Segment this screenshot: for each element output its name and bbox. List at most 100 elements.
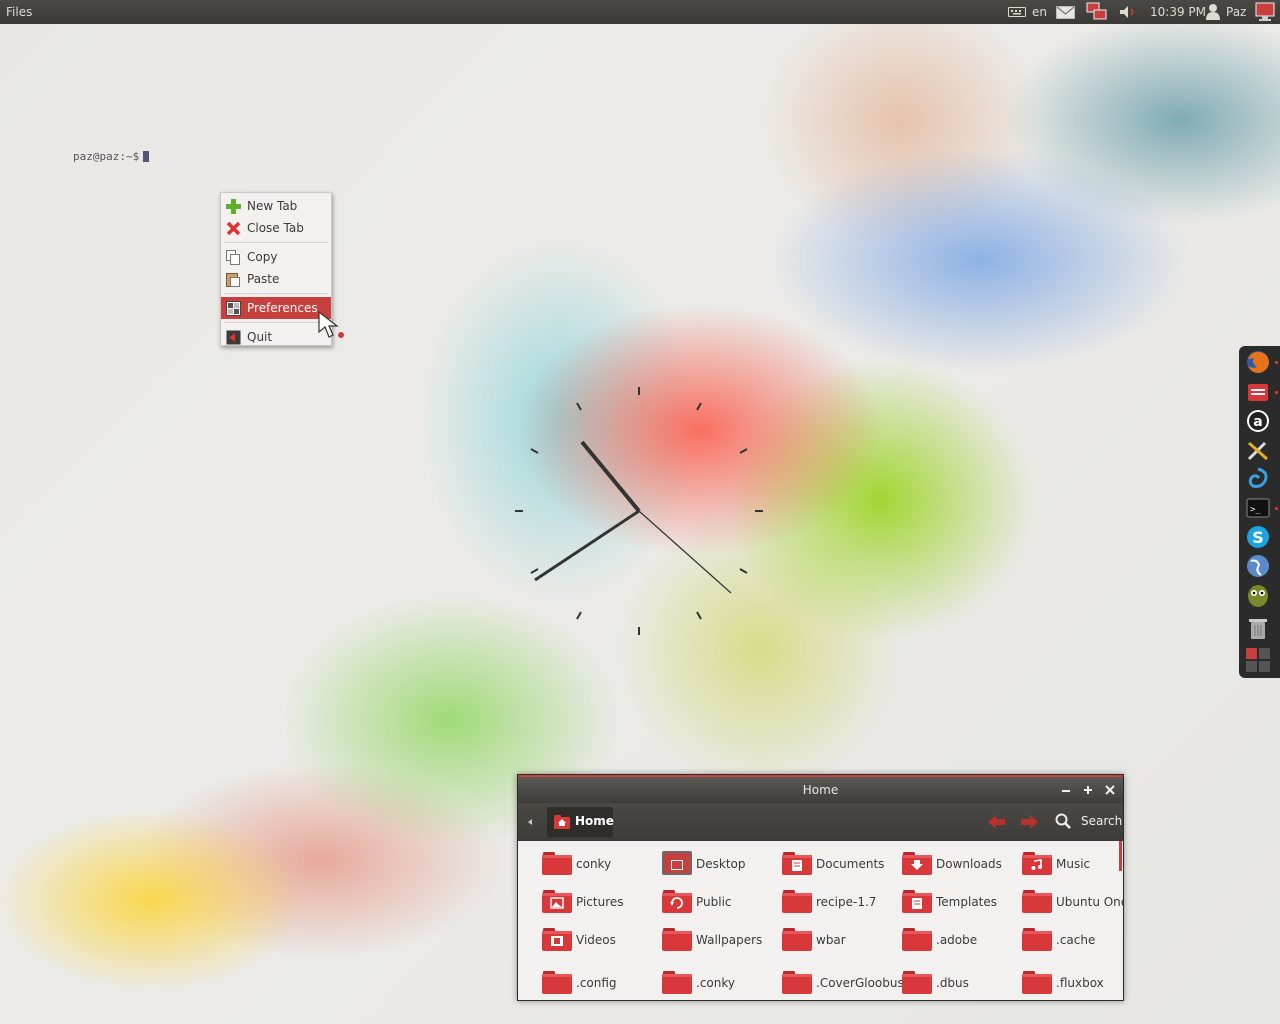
globe-icon[interactable] — [1245, 553, 1271, 579]
file-item-config[interactable]: .config — [542, 970, 662, 1000]
search-icon[interactable] — [1055, 813, 1071, 829]
skype-icon[interactable]: S — [1245, 524, 1271, 550]
file-name: Videos — [576, 933, 616, 947]
menu-item-label: Preferences — [247, 301, 318, 315]
maximize-icon[interactable] — [1083, 785, 1093, 795]
file-item-recipe-1-7[interactable]: recipe-1.7 — [782, 889, 902, 919]
window-title: Home — [802, 783, 839, 797]
running-indicator — [1275, 361, 1278, 364]
volume-icon[interactable] — [1118, 5, 1138, 19]
mail-icon[interactable] — [1056, 6, 1075, 19]
menu-item-close-tab[interactable]: Close Tab — [221, 217, 331, 239]
keyboard-layout[interactable]: en — [1032, 0, 1047, 24]
terminal-prompt[interactable]: paz@paz:~$ — [73, 150, 150, 163]
folder-icon — [662, 928, 692, 951]
menu-separator — [224, 293, 328, 294]
file-item-public[interactable]: Public — [662, 889, 782, 919]
text-cursor — [143, 151, 150, 162]
file-name: Ubuntu One — [1056, 895, 1124, 909]
clock-time[interactable]: 10:39 PM — [1150, 0, 1206, 24]
folder-icon — [542, 890, 572, 913]
workspaces-icon[interactable] — [1245, 647, 1271, 673]
close-icon[interactable] — [1105, 785, 1115, 795]
running-indicator — [1275, 507, 1278, 510]
firefox-icon[interactable] — [1245, 349, 1271, 375]
preferences-icon — [226, 301, 241, 316]
menu-item-new-tab[interactable]: New Tab — [221, 195, 331, 217]
svg-text:>_: >_ — [1250, 505, 1261, 515]
owl-icon[interactable] — [1245, 582, 1271, 608]
quit-icon — [226, 330, 241, 345]
folder-icon — [1022, 928, 1052, 951]
folder-icon — [662, 890, 692, 913]
keyboard-icon[interactable] — [1008, 7, 1026, 17]
file-item-ubuntu-one[interactable]: Ubuntu One — [1022, 889, 1124, 919]
network-icon[interactable] — [1086, 2, 1108, 22]
app-dock: a >_ S — [1239, 346, 1280, 678]
location-button-home[interactable]: Home — [547, 807, 614, 837]
file-item-videos[interactable]: Videos — [542, 927, 662, 957]
file-name: Desktop — [696, 857, 746, 871]
terminal-icon[interactable]: >_ — [1245, 495, 1271, 521]
paste-icon — [226, 273, 240, 287]
file-item-covergloobus[interactable]: .CoverGloobus — [782, 970, 904, 1000]
file-name: conky — [576, 857, 612, 871]
file-item-desktop[interactable]: Desktop — [662, 851, 782, 881]
app-menu-title[interactable]: Files — [6, 0, 32, 24]
path-left-arrow-icon[interactable] — [527, 819, 533, 825]
menu-item-copy[interactable]: Copy — [221, 246, 331, 268]
file-name: Wallpapers — [696, 933, 763, 947]
file-name: .config — [576, 976, 617, 990]
forward-arrow-icon[interactable] — [1021, 814, 1039, 830]
file-item-wbar[interactable]: wbar — [782, 927, 902, 957]
folder-icon — [1022, 971, 1052, 994]
close-icon — [226, 221, 241, 236]
swirl-icon[interactable] — [1245, 466, 1271, 492]
user-icon[interactable] — [1206, 3, 1220, 20]
window-titlebar[interactable]: Home — [518, 775, 1123, 803]
folder-icon — [542, 852, 572, 875]
file-item-music[interactable]: Music — [1022, 851, 1123, 881]
scrollbar-thumb[interactable] — [1119, 841, 1122, 871]
file-item-templates[interactable]: Templates — [902, 889, 1022, 919]
copy-icon — [226, 250, 240, 265]
tools-icon[interactable] — [1245, 437, 1271, 463]
clock-second-hand — [638, 510, 732, 594]
file-item-adobe[interactable]: .adobe — [902, 927, 1022, 957]
file-item-wallpapers[interactable]: Wallpapers — [662, 927, 782, 957]
file-item-downloads[interactable]: Downloads — [902, 851, 1022, 881]
session-icon[interactable] — [1254, 1, 1276, 22]
file-item-documents[interactable]: Documents — [782, 851, 902, 881]
menu-item-preferences[interactable]: Preferences — [221, 297, 331, 319]
file-item-conky[interactable]: conky — [542, 851, 662, 881]
file-item-pictures[interactable]: Pictures — [542, 889, 662, 919]
file-item-conky[interactable]: .conky — [662, 970, 782, 1000]
file-name: Templates — [936, 895, 998, 909]
minimize-icon[interactable] — [1061, 786, 1071, 796]
file-name: recipe-1.7 — [816, 895, 877, 909]
file-item-fluxbox[interactable]: .fluxbox — [1022, 970, 1123, 1000]
user-name[interactable]: Paz — [1226, 0, 1246, 24]
folder-icon — [782, 890, 812, 913]
file-name: .CoverGloobus — [816, 976, 904, 990]
folder-icon — [662, 851, 692, 875]
folder-icon — [902, 928, 932, 951]
amazon-icon[interactable]: a — [1245, 408, 1271, 434]
menu-separator — [224, 322, 328, 323]
back-arrow-icon[interactable] — [988, 814, 1006, 830]
file-item-cache[interactable]: .cache — [1022, 927, 1123, 957]
trash-icon[interactable] — [1245, 616, 1271, 642]
file-manager-window: Home Home Search conky Desktop Documents Do… — [517, 774, 1124, 1001]
search-label[interactable]: Search — [1081, 814, 1122, 828]
prompt-text: paz@paz:~$ — [73, 150, 140, 163]
folder-icon — [1022, 890, 1052, 913]
folder-icon — [1022, 852, 1052, 875]
file-manager-icon[interactable] — [1245, 379, 1271, 405]
folder-icon — [782, 852, 812, 875]
menu-item-quit[interactable]: Quit — [221, 326, 331, 345]
add-icon — [226, 199, 241, 214]
analog-clock-widget — [515, 387, 763, 635]
menu-item-paste[interactable]: Paste — [221, 268, 331, 290]
file-item-dbus[interactable]: .dbus — [902, 970, 1022, 1000]
home-folder-icon — [554, 815, 570, 829]
